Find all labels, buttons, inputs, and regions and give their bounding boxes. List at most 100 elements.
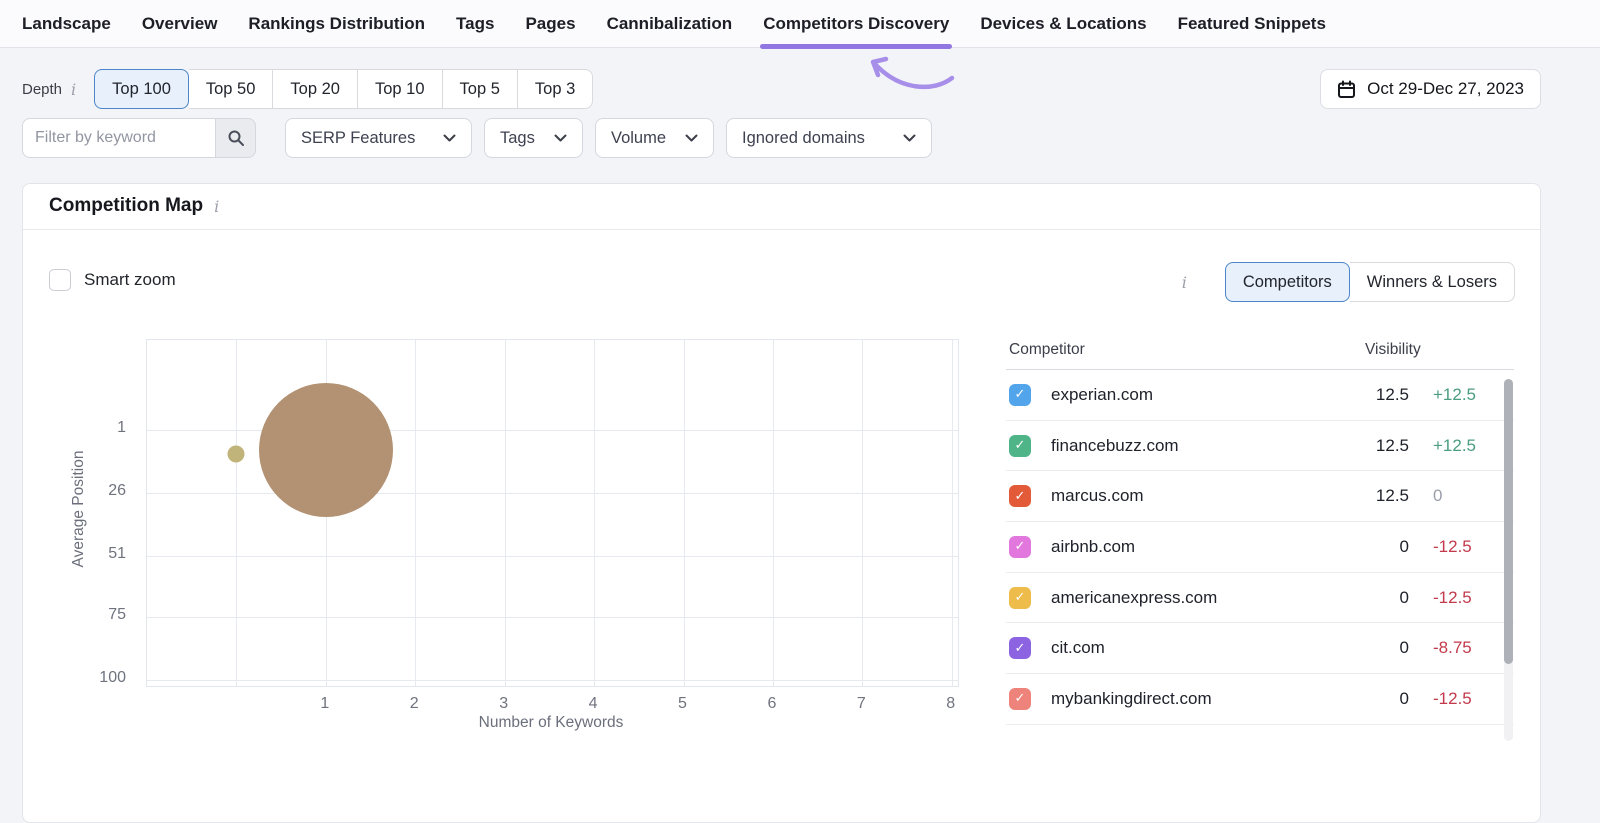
gridline	[147, 492, 958, 494]
x-tick-label: 5	[678, 695, 687, 712]
visibility-value: 12.5	[1375, 435, 1409, 455]
competitor-bubble[interactable]	[227, 445, 245, 463]
depth-option-top-5[interactable]: Top 5	[442, 69, 518, 109]
gridline	[504, 340, 506, 686]
competitor-checkbox[interactable]: ✓	[1009, 434, 1031, 457]
competitor-domain: financebuzz.com	[1051, 435, 1179, 455]
view-option-winners-losers[interactable]: Winners & Losers	[1349, 262, 1515, 302]
checkmark-icon: ✓	[1014, 691, 1026, 707]
competitor-checkbox[interactable]: ✓	[1009, 687, 1031, 710]
visibility-value: 0	[1399, 536, 1409, 556]
y-tick-label: 1	[117, 418, 126, 436]
gridline	[236, 340, 238, 686]
table-scrollbar-thumb[interactable]	[1504, 379, 1513, 664]
competition-map-card: Competition Map i Smart zoom i Competito…	[22, 183, 1541, 823]
smart-zoom-label: Smart zoom	[84, 270, 176, 289]
visibility-diff: -8.75	[1433, 638, 1472, 658]
competitor-row-airbnb-com[interactable]: ✓ airbnb.com 0 -12.5	[1006, 522, 1514, 573]
competitor-checkbox[interactable]: ✓	[1009, 637, 1031, 660]
x-tick-label: 6	[767, 695, 777, 712]
smart-zoom-checkbox[interactable]	[49, 269, 71, 291]
filter-dropdown-volume[interactable]: Volume	[595, 118, 714, 158]
keyword-filter-input[interactable]	[22, 118, 215, 158]
visibility-diff: 0	[1433, 486, 1443, 506]
tab-pages[interactable]: Pages	[525, 0, 575, 48]
view-option-competitors[interactable]: Competitors	[1224, 262, 1350, 302]
x-tick-label: 4	[588, 695, 598, 712]
x-tick-label: 8	[946, 695, 956, 712]
view-toggle-info-icon[interactable]: i	[1182, 273, 1187, 292]
filter-dropdown-tags[interactable]: Tags	[484, 118, 583, 158]
gridline	[951, 340, 953, 686]
y-tick-label: 51	[108, 545, 126, 562]
chevron-down-icon	[443, 134, 456, 142]
depth-option-top-100[interactable]: Top 100	[94, 69, 189, 109]
depth-control-row: Depth i Top 100 Top 50 Top 20 Top 10 Top 5 To…	[22, 69, 594, 109]
competitor-row-marcus-com[interactable]: ✓ marcus.com 12.5 0	[1006, 471, 1514, 523]
gridline	[147, 679, 958, 681]
calendar-icon	[1338, 80, 1356, 98]
depth-segmented-control: Top 100 Top 50 Top 20 Top 10 Top 5 Top 3	[94, 69, 594, 109]
competitor-bubble[interactable]	[258, 382, 393, 517]
tab-landscape[interactable]: Landscape	[22, 0, 111, 48]
depth-label: Depth	[22, 80, 63, 98]
depth-option-top-3[interactable]: Top 3	[517, 69, 594, 109]
visibility-diff: -12.5	[1433, 536, 1472, 556]
chevron-down-icon	[685, 134, 698, 142]
column-header-competitor: Competitor	[1009, 341, 1085, 358]
tab-featured-snippets[interactable]: Featured Snippets	[1178, 0, 1326, 48]
column-header-visibility: Visibility	[1365, 341, 1421, 358]
filter-dropdown-ignored-domains[interactable]: Ignored domains	[726, 118, 932, 158]
filter-dropdown-label: Volume	[611, 128, 667, 147]
depth-option-top-20[interactable]: Top 20	[273, 69, 358, 109]
x-tick-label: 2	[409, 695, 419, 712]
gridline	[862, 340, 864, 686]
tab-overview[interactable]: Overview	[142, 0, 218, 48]
visibility-value: 12.5	[1375, 384, 1409, 404]
smart-zoom-control: Smart zoom	[49, 269, 176, 291]
date-range-button[interactable]: Oct 29-Dec 27, 2023	[1320, 69, 1541, 109]
competitor-domain: experian.com	[1051, 384, 1154, 404]
tab-rankings-distribution[interactable]: Rankings Distribution	[248, 0, 425, 48]
competitor-checkbox[interactable]: ✓	[1009, 586, 1031, 609]
tab-competitors-discovery[interactable]: Competitors Discovery	[760, 0, 953, 49]
depth-info-icon[interactable]: i	[71, 80, 76, 99]
filter-dropdown-serp-features[interactable]: SERP Features	[285, 118, 472, 158]
search-icon	[228, 130, 244, 146]
active-tab-arrow-icon	[870, 56, 955, 90]
tab-tags[interactable]: Tags	[456, 0, 494, 48]
table-scrollbar	[1504, 379, 1513, 741]
y-tick-label: 75	[108, 605, 126, 623]
x-tick-label: 1	[320, 695, 330, 712]
visibility-value: 0	[1399, 688, 1409, 708]
competitor-row-americanexpress-com[interactable]: ✓ americanexpress.com 0 -12.5	[1006, 573, 1514, 624]
checkmark-icon: ✓	[1014, 488, 1026, 504]
gridline	[772, 340, 774, 686]
chevron-down-icon	[903, 134, 916, 142]
checkmark-icon: ✓	[1014, 387, 1026, 403]
keyword-filter	[22, 118, 256, 158]
y-tick-label: 26	[108, 481, 126, 499]
tab-cannibalization[interactable]: Cannibalization	[607, 0, 733, 48]
competitor-row-experian-com[interactable]: ✓ experian.com 12.5 +12.5	[1006, 370, 1514, 421]
x-tick-label: 3	[499, 695, 509, 712]
depth-option-top-50[interactable]: Top 50	[188, 69, 274, 109]
depth-option-top-10[interactable]: Top 10	[357, 69, 443, 109]
competitor-row-cit-com[interactable]: ✓ cit.com 0 -8.75	[1006, 623, 1514, 675]
filter-dropdown-label: Tags	[500, 128, 535, 147]
competitor-row-mybankingdirect-com[interactable]: ✓ mybankingdirect.com 0 -12.5	[1006, 674, 1514, 725]
competition-map-info-icon[interactable]: i	[214, 197, 219, 216]
competitor-checkbox[interactable]: ✓	[1009, 485, 1031, 508]
tab-devices-locations[interactable]: Devices & Locations	[980, 0, 1146, 48]
date-range-label: Oct 29-Dec 27, 2023	[1367, 79, 1524, 98]
keyword-search-button[interactable]	[215, 118, 256, 158]
chevron-down-icon	[554, 134, 567, 142]
competitor-domain: mybankingdirect.com	[1051, 688, 1212, 708]
competitor-checkbox[interactable]: ✓	[1009, 383, 1031, 406]
filter-dropdown-label: Ignored domains	[742, 128, 865, 147]
visibility-diff: -12.5	[1433, 688, 1472, 708]
checkmark-icon: ✓	[1014, 590, 1026, 606]
competitor-row-financebuzz-com[interactable]: ✓ financebuzz.com 12.5 +12.5	[1006, 421, 1514, 472]
competitor-checkbox[interactable]: ✓	[1009, 535, 1031, 558]
visibility-diff: +12.5	[1433, 435, 1477, 455]
